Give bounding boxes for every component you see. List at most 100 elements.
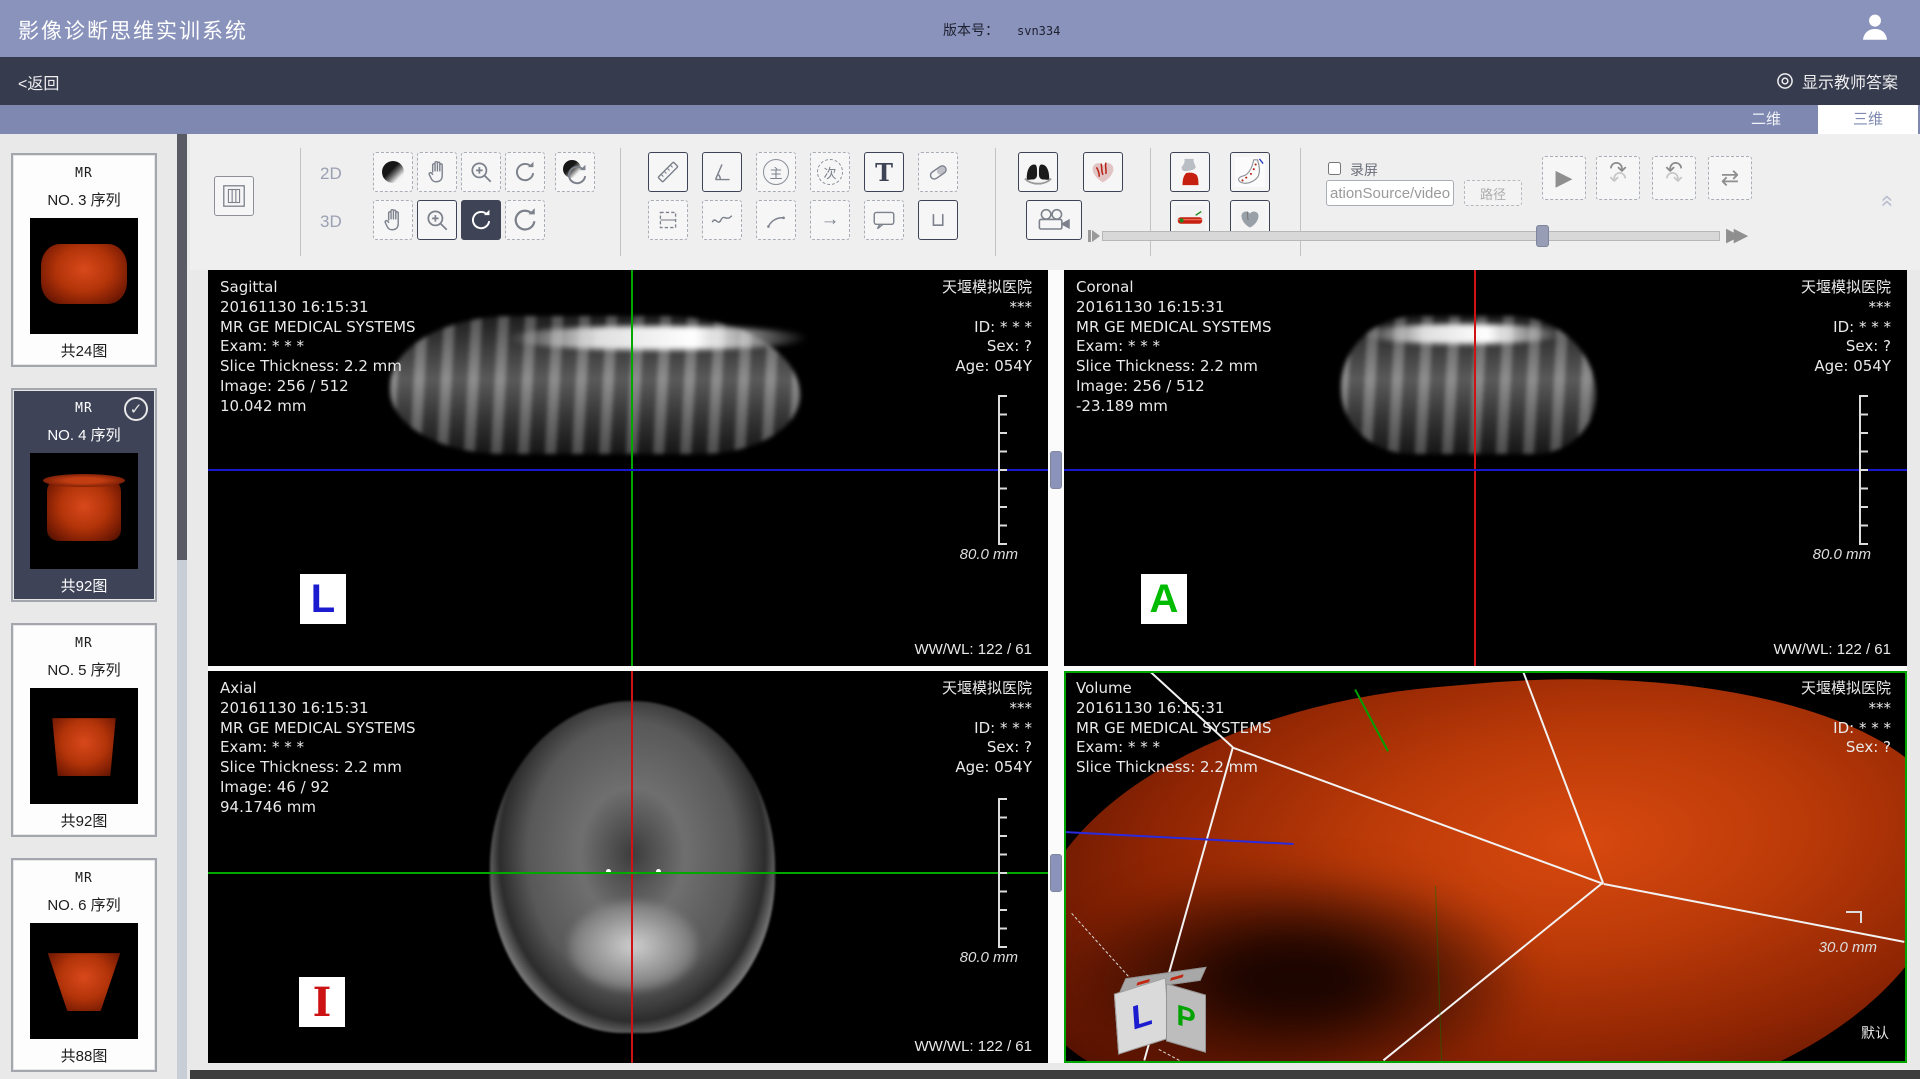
arc-button[interactable] xyxy=(756,200,796,240)
series-thumbnail xyxy=(30,923,138,1039)
scale-label: 80.0 mm xyxy=(960,546,1018,563)
path-button[interactable]: 路径 xyxy=(1464,180,1522,206)
curve-button[interactable] xyxy=(702,200,742,240)
sidebar-scrollbar[interactable] xyxy=(177,134,187,1079)
window-level-label: WW/WL: 122 / 61 xyxy=(1773,641,1891,658)
viewport-sagittal[interactable]: Sagittal 20161130 16:15:31 MR GE MEDICAL… xyxy=(208,270,1048,666)
header-bar: 影像诊断思维实训系统 版本号： svn334 xyxy=(0,0,1920,57)
viewport-volume[interactable]: Volume 20161130 16:15:31 MR GE MEDICAL S… xyxy=(1064,671,1907,1063)
viewport-divider[interactable] xyxy=(1048,671,1064,1063)
bottom-scrollbar[interactable] xyxy=(190,1070,1920,1079)
show-answer-button[interactable]: 显示教师答案 xyxy=(1775,69,1898,93)
ruler-icon xyxy=(655,159,681,185)
heart-model-button[interactable] xyxy=(1083,152,1123,192)
series-card-6[interactable]: MR NO. 6 序列 共88图 xyxy=(11,858,157,1072)
roi-box-icon xyxy=(655,207,681,233)
viewport-info-left: Axial 20161130 16:15:31 MR GE MEDICAL SY… xyxy=(220,679,416,818)
record-label: 录屏 xyxy=(1350,160,1378,180)
viewport-info-left: Sagittal 20161130 16:15:31 MR GE MEDICAL… xyxy=(220,278,416,417)
lungs-button[interactable] xyxy=(1018,152,1058,192)
pan-3d-button[interactable] xyxy=(373,200,413,240)
reset-icon xyxy=(510,205,540,235)
arrow-button[interactable]: → xyxy=(810,200,850,240)
tab-3d[interactable]: 三维 xyxy=(1818,105,1918,134)
divider-handle[interactable] xyxy=(1050,451,1062,489)
knee-model-button[interactable] xyxy=(1170,152,1210,192)
back-button[interactable]: <返回 xyxy=(18,70,59,94)
record-checkbox[interactable] xyxy=(1328,162,1341,175)
curve-icon xyxy=(709,207,735,233)
cube-face-posterior: P xyxy=(1166,983,1206,1052)
volume-preset-label[interactable]: 默认 xyxy=(1861,1025,1889,1043)
roi-button[interactable] xyxy=(648,200,688,240)
text-annotation-button[interactable]: T xyxy=(864,152,904,192)
record-camera-button[interactable] xyxy=(1026,200,1082,240)
series-card-5[interactable]: MR NO. 5 序列 共92图 xyxy=(11,623,157,837)
rotate-3d-button[interactable] xyxy=(461,200,501,240)
swap-direction-button[interactable]: ⇄ xyxy=(1708,156,1752,200)
layout-button[interactable] xyxy=(214,176,254,216)
crosshair-horizontal[interactable] xyxy=(1064,469,1907,471)
angle-button[interactable] xyxy=(702,152,742,192)
series-thumbnail xyxy=(30,218,138,334)
page-title: 影像诊断思维实训系统 xyxy=(18,15,248,45)
swap-icon: ⇄ xyxy=(1721,165,1739,191)
series-thumbnail xyxy=(30,453,138,569)
foot-model-button[interactable] xyxy=(1230,152,1270,192)
cobb-angle-icon: ⊔ xyxy=(931,209,946,232)
record-path-input[interactable] xyxy=(1326,180,1454,206)
fast-forward-icon[interactable]: ▶▶ xyxy=(1726,224,1741,247)
progress-slider[interactable] xyxy=(1102,231,1720,241)
window-level-reset-button[interactable] xyxy=(555,152,595,192)
sidebar-scrollbar-thumb[interactable] xyxy=(177,134,187,560)
arrow-icon: → xyxy=(821,209,840,231)
cobb-angle-button[interactable]: ⊔ xyxy=(918,200,958,240)
ruler-button[interactable] xyxy=(648,152,688,192)
viewport-axial[interactable]: Axial 20161130 16:15:31 MR GE MEDICAL SY… xyxy=(208,671,1048,1063)
window-level-label: WW/WL: 122 / 61 xyxy=(914,641,1032,658)
version-info: 版本号： svn334 xyxy=(943,20,1060,40)
viewport-coronal[interactable]: Coronal 20161130 16:15:31 MR GE MEDICAL … xyxy=(1064,270,1907,666)
series-card-3[interactable]: MR NO. 3 序列 共24图 xyxy=(11,153,157,367)
play-button[interactable]: ▶ xyxy=(1542,156,1586,200)
rotate-2d-button[interactable] xyxy=(505,152,545,192)
user-avatar-icon[interactable] xyxy=(1858,10,1892,44)
secondary-marker-button[interactable]: 次 xyxy=(810,152,850,192)
pan-hand-icon xyxy=(424,159,450,185)
app-window: 影像诊断思维实训系统 版本号： svn334 <返回 显示教师答案 二维 三维 … xyxy=(0,0,1920,1079)
zoom-2d-button[interactable] xyxy=(461,152,501,192)
scale-label: 30.0 mm xyxy=(1819,939,1877,956)
selected-check-icon: ✓ xyxy=(124,397,148,421)
slider-handle[interactable] xyxy=(1536,225,1549,247)
nav-bar: <返回 显示教师答案 xyxy=(0,57,1920,105)
series-sidebar: MR NO. 3 序列 共24图 ✓ MR NO. 4 序列 共92图 MR N… xyxy=(0,134,190,1079)
knee-joint-icon xyxy=(1175,157,1205,187)
window-level-label: WW/WL: 122 / 61 xyxy=(914,1038,1032,1055)
zoom-3d-button[interactable] xyxy=(417,200,457,240)
orientation-cube[interactable]: L P xyxy=(1112,971,1216,1059)
series-card-4[interactable]: ✓ MR NO. 4 序列 共92图 xyxy=(11,388,157,602)
layout-icon xyxy=(221,183,247,209)
show-answer-label: 显示教师答案 xyxy=(1802,69,1898,93)
viewport-divider[interactable] xyxy=(1048,270,1064,666)
primary-marker-button[interactable]: 主 xyxy=(756,152,796,192)
crosshair-vertical[interactable] xyxy=(631,671,633,1063)
crosshair-horizontal[interactable] xyxy=(208,872,1048,874)
slider-start-icon[interactable] xyxy=(1088,230,1100,242)
reset-3d-button[interactable] xyxy=(505,200,545,240)
collapse-toolbar-icon[interactable]: « xyxy=(1875,195,1901,207)
window-level-button[interactable] xyxy=(373,152,413,192)
crosshair-horizontal[interactable] xyxy=(208,469,1048,471)
crosshair-vertical[interactable] xyxy=(631,270,633,666)
secondary-marker-icon: 次 xyxy=(817,159,843,185)
divider-handle[interactable] xyxy=(1050,854,1062,892)
zoom-icon xyxy=(468,159,494,185)
tab-2d[interactable]: 二维 xyxy=(1716,105,1816,134)
loop-forward-button[interactable]: ↷↶ xyxy=(1596,156,1640,200)
loop-backward-button[interactable]: ↶↷ xyxy=(1652,156,1696,200)
crosshair-vertical[interactable] xyxy=(1474,270,1476,666)
viewport-info-right: 天堰模拟医院 *** ID: * * * Sex: ? Age: 054Y xyxy=(942,679,1032,778)
annotation-button[interactable] xyxy=(864,200,904,240)
eraser-button[interactable] xyxy=(918,152,958,192)
pan-2d-button[interactable] xyxy=(417,152,457,192)
